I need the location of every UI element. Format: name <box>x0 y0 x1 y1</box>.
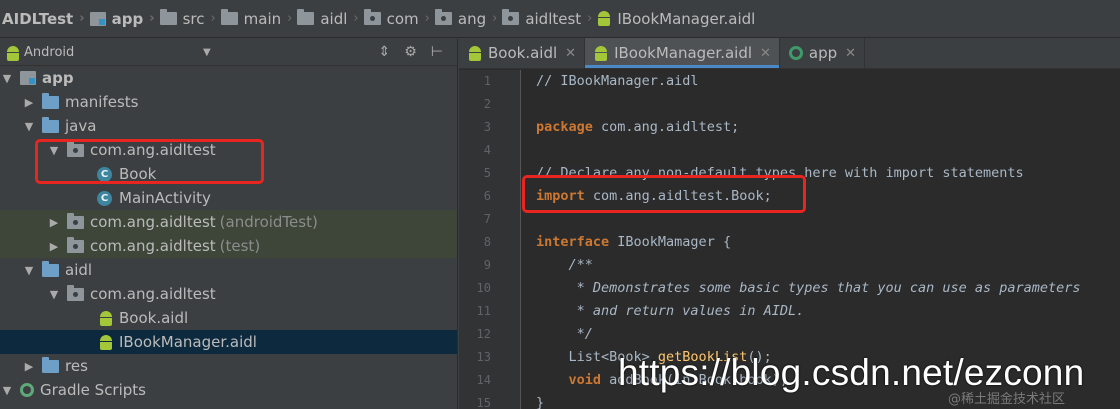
folder-icon <box>220 9 238 25</box>
breadcrumb-ang[interactable]: ang › <box>434 9 502 28</box>
project-view-selector[interactable]: Android ▼ ⇕ ⚙ ⊢ <box>0 39 457 66</box>
breadcrumb-app[interactable]: app › <box>89 10 160 28</box>
code-line: 11 * and return values in AIDL. <box>476 303 805 319</box>
close-icon[interactable]: ✕ <box>845 46 856 61</box>
breadcrumb-com[interactable]: com › <box>363 9 435 28</box>
gear-icon[interactable]: ⚙ <box>404 44 417 60</box>
close-icon[interactable]: ✕ <box>565 46 576 61</box>
code-line: 8 interface IBookMamager { <box>483 234 732 250</box>
package-icon <box>502 9 520 25</box>
breadcrumb-project[interactable]: AIDLTest › <box>2 10 90 28</box>
package-icon <box>363 9 381 25</box>
expand-arrow-icon[interactable]: ▼ <box>22 120 36 133</box>
folder-icon <box>297 9 315 25</box>
gradle-icon <box>20 383 34 397</box>
navigation-breadcrumb: AIDLTest › app › src › main › aidl › com › ang… <box>0 0 1120 38</box>
collapse-arrow-icon[interactable]: ▶ <box>22 96 36 109</box>
tab-book-aidl[interactable]: Book.aidl ✕ <box>459 38 586 68</box>
code-line: 2 <box>483 97 491 111</box>
android-icon <box>99 310 113 326</box>
package-icon <box>434 9 452 25</box>
code-line: 9 /** <box>483 257 593 273</box>
tree-item-package-test[interactable]: ▶ com.ang.aidltest (test) <box>0 234 457 258</box>
tab-ibookmanager-aidl[interactable]: IBookManager.aidl ✕ <box>585 38 780 68</box>
breadcrumb-file[interactable]: IBookManager.aidl <box>597 10 755 28</box>
watermark-sub: @稀土掘金技术社区 <box>948 392 1066 407</box>
folder-icon <box>42 356 59 373</box>
expand-arrow-icon[interactable]: ▼ <box>0 72 14 85</box>
tree-item-manifests[interactable]: ▶ manifests <box>0 90 457 114</box>
editor-tabs: Book.aidl ✕ IBookManager.aidl ✕ app ✕ <box>459 38 1120 69</box>
package-icon <box>67 212 84 229</box>
tree-item-gradle-scripts[interactable]: ▼ Gradle Scripts <box>0 378 457 402</box>
code-line: 4 <box>483 143 491 157</box>
class-icon: C <box>97 166 112 182</box>
expand-arrow-icon[interactable]: ▼ <box>47 288 61 301</box>
android-icon <box>594 45 608 61</box>
breadcrumb-aidltest[interactable]: aidltest › <box>502 9 597 28</box>
android-icon <box>6 45 19 61</box>
android-icon <box>468 45 482 61</box>
app-circle-icon <box>788 46 803 60</box>
tab-app[interactable]: app ✕ <box>780 38 866 68</box>
code-line: 3 package com.ang.aidltest; <box>483 119 740 135</box>
code-line: 5// Declare any non-default types here w… <box>483 165 1024 181</box>
tree-item-aidl[interactable]: ▼ aidl <box>0 258 457 282</box>
tree-item-book-class[interactable]: C Book <box>0 162 457 186</box>
tree-item-res[interactable]: ▶ res <box>0 354 457 378</box>
tree-item-java[interactable]: ▼ java <box>0 114 457 138</box>
code-line: 1// IBookManager.aidl <box>483 73 699 89</box>
view-mode-label: Android <box>24 44 75 60</box>
app-module-icon <box>89 11 106 26</box>
project-tree: ▼ app ▶ manifests ▼ java ▼ com.ang.aidlt… <box>0 66 457 402</box>
expand-arrow-icon[interactable]: ▼ <box>47 144 61 157</box>
tree-item-app[interactable]: ▼ app <box>0 66 457 90</box>
hide-panel-icon[interactable]: ⊢ <box>431 44 443 60</box>
code-line: 7 <box>483 212 491 226</box>
class-icon: C <box>97 190 112 206</box>
collapse-arrow-icon[interactable]: ▶ <box>22 360 36 373</box>
collapse-arrow-icon[interactable]: ▶ <box>47 240 61 253</box>
android-icon <box>99 334 113 350</box>
project-tool-window: Android ▼ ⇕ ⚙ ⊢ ▼ app ▶ manifests ▼ java… <box>0 39 458 409</box>
app-module-icon <box>20 71 36 85</box>
collapse-all-icon[interactable]: ⇕ <box>379 44 391 60</box>
folder-icon <box>42 92 59 109</box>
expand-arrow-icon[interactable]: ▼ <box>22 264 36 277</box>
tree-item-ibookmanager-aidl[interactable]: IBookManager.aidl <box>0 330 457 354</box>
tree-item-mainactivity-class[interactable]: C MainActivity <box>0 186 457 210</box>
breadcrumb-aidl[interactable]: aidl › <box>297 9 363 28</box>
package-icon <box>67 140 84 157</box>
close-icon[interactable]: ✕ <box>760 46 771 61</box>
collapse-arrow-icon[interactable]: ▶ <box>47 216 61 229</box>
expand-arrow-icon[interactable]: ▼ <box>0 384 14 397</box>
code-line: 6 import com.ang.aidltest.Book; <box>483 188 772 204</box>
tree-item-aidl-package[interactable]: ▼ com.ang.aidltest <box>0 282 457 306</box>
tree-item-book-aidl[interactable]: Book.aidl <box>0 306 457 330</box>
code-line: 10 * Demonstrates some basic types that … <box>476 280 1081 296</box>
folder-icon <box>42 116 59 133</box>
package-icon <box>67 284 84 301</box>
folder-icon <box>42 260 59 277</box>
breadcrumb-main[interactable]: main › <box>220 9 298 28</box>
tree-item-package-androidtest[interactable]: ▶ com.ang.aidltest (androidTest) <box>0 210 457 234</box>
folder-icon <box>159 9 177 25</box>
breadcrumb-src[interactable]: src › <box>159 9 221 28</box>
code-line: 12 */ <box>476 326 593 342</box>
android-icon <box>597 11 611 26</box>
chevron-down-icon[interactable]: ▼ <box>203 47 211 58</box>
tree-item-package-main[interactable]: ▼ com.ang.aidltest <box>0 138 457 162</box>
package-icon <box>67 236 84 253</box>
